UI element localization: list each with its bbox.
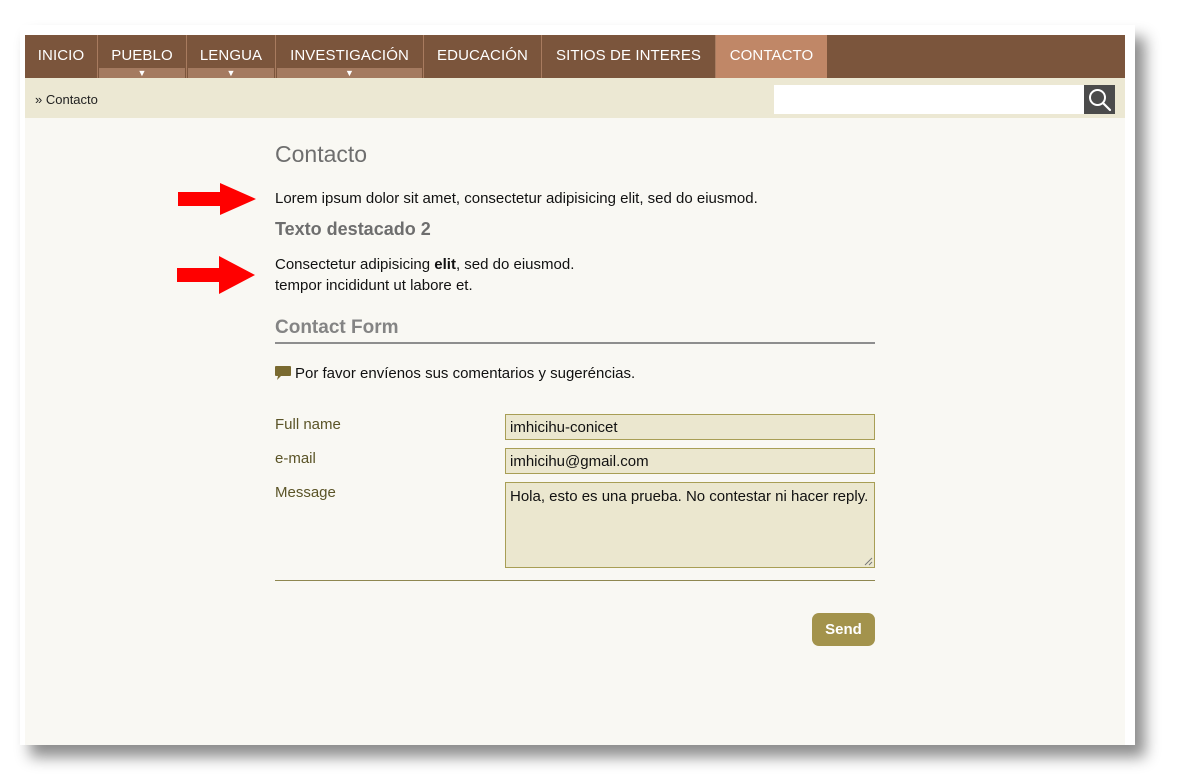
resize-handle-icon[interactable] [864, 557, 873, 566]
intro-paragraph: Lorem ipsum dolor sit amet, consectetur … [275, 190, 758, 207]
page: INICIO PUEBLO ▼ LENGUA ▼ INVESTIGACIÓN ▼… [25, 35, 1125, 745]
nav-item-contacto[interactable]: CONTACTO [716, 35, 827, 78]
page-title: Contacto [275, 141, 368, 167]
main-nav: INICIO PUEBLO ▼ LENGUA ▼ INVESTIGACIÓN ▼… [25, 35, 1125, 78]
divider [275, 342, 875, 344]
nav-item-sitios[interactable]: SITIOS DE INTERES [542, 35, 716, 78]
red-arrow-icon [178, 183, 256, 215]
nav-item-label: CONTACTO [729, 47, 814, 64]
message-field[interactable]: Hola, esto es una prueba. No contestar n… [505, 482, 875, 568]
email-label: e-mail [275, 450, 316, 467]
nav-item-label: PUEBLO [111, 47, 173, 64]
full-name-label: Full name [275, 416, 341, 433]
full-name-field[interactable]: imhicihu-conicet [505, 414, 875, 440]
nav-item-label: LENGUA [199, 47, 263, 64]
nav-item-inicio[interactable]: INICIO [25, 35, 98, 78]
search-input[interactable] [774, 85, 1084, 114]
form-note: Por favor envíenos sus comentarios y sug… [275, 365, 635, 382]
dropdown-arrow-icon[interactable]: ▼ [99, 68, 185, 78]
nav-item-label: EDUCACIÓN [437, 47, 528, 64]
paragraph-text: tempor incididunt ut labore et. [275, 277, 473, 294]
nav-item-investigacion[interactable]: INVESTIGACIÓN ▼ [276, 35, 424, 78]
search-button[interactable] [1084, 85, 1115, 114]
nav-item-educacion[interactable]: EDUCACIÓN [424, 35, 542, 78]
message-label: Message [275, 484, 336, 501]
paragraph-text: Consectetur adipisicing [275, 256, 435, 273]
dropdown-arrow-icon[interactable]: ▼ [277, 68, 422, 78]
form-title: Contact Form [275, 317, 399, 338]
dropdown-arrow-icon[interactable]: ▼ [188, 68, 274, 78]
nav-item-pueblo[interactable]: PUEBLO ▼ [98, 35, 187, 78]
highlight-paragraph: Consectetur adipisicing elit, sed do eiu… [275, 254, 574, 296]
breadcrumb[interactable]: » Contacto [35, 92, 98, 107]
nav-item-label: INVESTIGACIÓN [290, 47, 409, 64]
comment-icon [275, 366, 291, 380]
email-field[interactable]: imhicihu@gmail.com [505, 448, 875, 474]
section-subtitle: Texto destacado 2 [275, 219, 431, 239]
breadcrumb-bar: » Contacto [25, 78, 1125, 118]
search-icon [1088, 88, 1111, 111]
nav-item-label: SITIOS DE INTERES [555, 47, 702, 64]
send-button[interactable]: Send [812, 613, 875, 646]
red-arrow-icon [177, 256, 255, 294]
paragraph-bold-text: elit [434, 256, 456, 273]
paragraph-text: , sed do eiusmod. [455, 256, 575, 273]
message-text: Hola, esto es una prueba. No contestar n… [510, 488, 869, 505]
browser-frame: INICIO PUEBLO ▼ LENGUA ▼ INVESTIGACIÓN ▼… [20, 25, 1135, 745]
nav-item-lengua[interactable]: LENGUA ▼ [187, 35, 276, 78]
nav-item-label: INICIO [37, 47, 85, 64]
divider [275, 580, 875, 581]
form-note-text: Por favor envíenos sus comentarios y sug… [295, 365, 636, 382]
